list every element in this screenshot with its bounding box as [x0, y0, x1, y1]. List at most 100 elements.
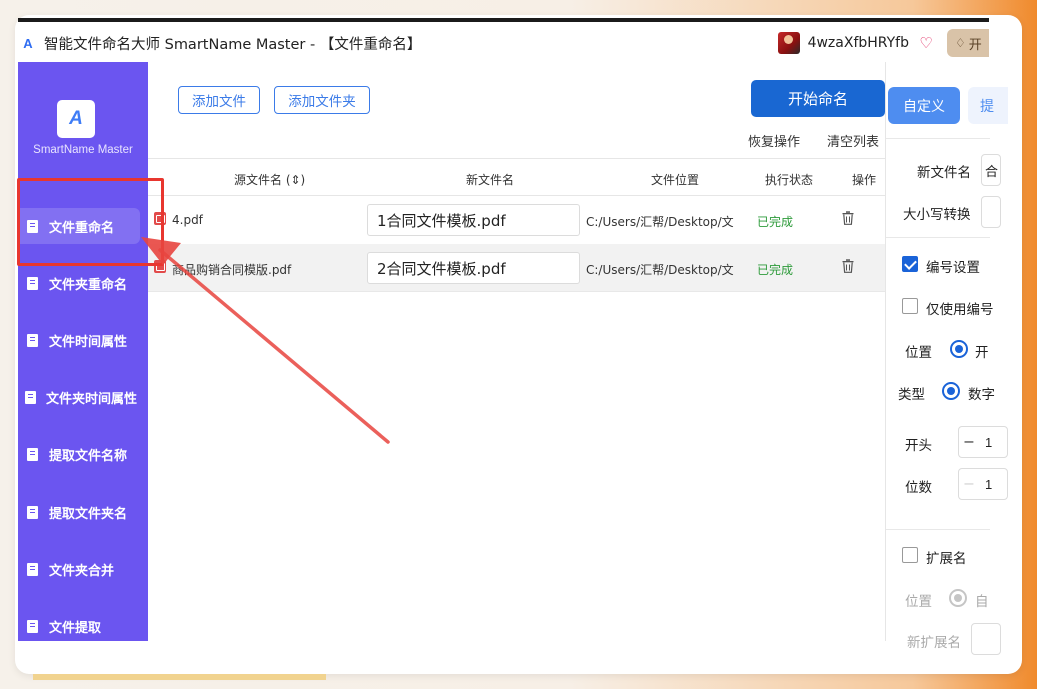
logo-text: SmartName Master	[33, 144, 133, 156]
clear-list-button[interactable]: 清空列表	[827, 131, 879, 150]
sidebar: A SmartName Master 文件重命名 文件夹重命名 文件时间属性 文…	[18, 62, 148, 641]
sidebar-item-file-extract[interactable]: 文件提取	[18, 608, 148, 644]
sidebar-item-label: 提取文件夹名	[49, 506, 128, 522]
app-logo-icon: A	[57, 100, 95, 138]
column-header-status: 执行状态	[765, 173, 814, 187]
tab-custom[interactable]: 自定义	[888, 87, 960, 124]
add-folder-button[interactable]: 添加文件夹	[274, 86, 370, 114]
sidebar-item-label: 文件重命名	[49, 220, 115, 236]
status-badge: 已完成	[757, 263, 794, 277]
start-rename-button[interactable]: 开始命名	[751, 80, 885, 117]
extension-label: 扩展名	[926, 551, 967, 567]
vip-diamond-icon: ♡	[919, 35, 933, 52]
sidebar-item-extract-foldername[interactable]: 提取文件夹名	[18, 494, 148, 530]
avatar[interactable]	[777, 32, 800, 54]
bottom-accent-strip	[33, 674, 326, 680]
sidebar-item-label: 文件夹时间属性	[46, 391, 138, 407]
delete-icon[interactable]	[842, 259, 854, 273]
sidebar-item-file-time[interactable]: 文件时间属性	[18, 322, 148, 358]
pdf-file-icon	[154, 260, 166, 273]
divider	[886, 138, 990, 139]
type-radio[interactable]	[942, 382, 960, 400]
sidebar-item-label: 文件时间属性	[49, 334, 128, 350]
pdf-file-icon	[154, 212, 166, 225]
divider	[886, 237, 990, 238]
sidebar-item-label: 文件夹合并	[49, 563, 115, 579]
type-value: 数字	[968, 387, 995, 403]
new-extension-input	[971, 623, 1001, 655]
start-label: 开头	[905, 438, 932, 454]
document-icon	[25, 390, 36, 404]
extension-checkbox[interactable]	[902, 547, 918, 563]
window-top-border	[18, 18, 989, 22]
digits-label: 位数	[905, 480, 932, 496]
document-icon	[27, 276, 38, 290]
document-icon	[27, 333, 38, 347]
sidebar-item-label: 文件夹重命名	[49, 277, 128, 293]
minus-icon: –	[964, 475, 974, 492]
source-filename: 商品购销合同模版.pdf	[172, 263, 292, 277]
ext-position-radio	[949, 589, 967, 607]
ext-position-label: 位置	[905, 594, 932, 610]
numbering-checkbox[interactable]	[902, 256, 918, 272]
new-extension-label: 新扩展名	[907, 635, 961, 651]
numbering-label: 编号设置	[926, 260, 980, 276]
table-row[interactable]: 商品购销合同模版.pdf 2合同文件模板.pdf C:/Users/汇帮/Des…	[148, 244, 885, 292]
position-value: 开	[975, 345, 989, 361]
divider	[886, 529, 990, 530]
open-vip-label: 开	[968, 36, 982, 52]
document-icon	[27, 562, 38, 576]
column-header-source[interactable]: 源文件名 (⇕)	[234, 171, 305, 188]
position-label: 位置	[905, 345, 932, 361]
sidebar-item-label: 提取文件名称	[49, 448, 128, 464]
digits-stepper[interactable]: – 1	[958, 468, 1008, 500]
file-location: C:/Users/汇帮/Desktop/文件	[586, 215, 734, 229]
delete-icon[interactable]	[842, 211, 854, 225]
only-number-checkbox[interactable]	[902, 298, 918, 314]
start-value: 1	[985, 434, 993, 450]
position-radio[interactable]	[950, 340, 968, 358]
settings-panel: 自定义 提 新文件名 合 大小写转换 编号设置 仅使用编号 位置 开 类型 数字…	[885, 62, 1008, 655]
sidebar-item-folder-rename[interactable]: 文件夹重命名	[18, 265, 148, 301]
type-label: 类型	[898, 387, 925, 403]
new-filename-field[interactable]: 2合同文件模板.pdf	[367, 252, 580, 284]
minus-icon[interactable]: –	[959, 433, 979, 451]
window-title: 智能文件命名大师 SmartName Master - 【文件重命名】	[44, 36, 422, 53]
document-icon	[27, 505, 38, 519]
add-file-button[interactable]: 添加文件	[178, 86, 260, 114]
case-convert-select[interactable]	[981, 196, 1001, 228]
table-row[interactable]: 4.pdf 1合同文件模板.pdf C:/Users/汇帮/Desktop/文件…	[148, 196, 885, 244]
case-convert-label: 大小写转换	[903, 207, 971, 223]
status-badge: 已完成	[757, 215, 794, 229]
column-header-action: 操作	[852, 173, 877, 187]
sidebar-item-label: 文件提取	[49, 620, 102, 636]
restore-button[interactable]: 恢复操作	[748, 131, 800, 150]
new-filename-label: 新文件名	[917, 165, 971, 181]
digits-value: 1	[985, 476, 993, 492]
document-icon	[27, 219, 38, 233]
tab-extract[interactable]: 提	[968, 87, 1008, 124]
file-location: C:/Users/汇帮/Desktop/文件	[586, 263, 734, 277]
user-area: 4wzaXfbHRYfb ♡ ♢ 开	[777, 24, 989, 62]
new-filename-field[interactable]: 1合同文件模板.pdf	[367, 204, 580, 236]
table-header: 源文件名 (⇕) 新文件名 文件位置 执行状态 操作	[148, 158, 885, 196]
document-icon	[27, 619, 38, 633]
username: 4wzaXfbHRYfb	[807, 35, 909, 51]
diamond-icon: ♢	[955, 36, 966, 50]
new-filename-input[interactable]: 合	[981, 154, 1001, 186]
document-icon	[27, 447, 38, 461]
sidebar-item-file-rename[interactable]: 文件重命名	[18, 208, 140, 244]
column-header-location: 文件位置	[651, 173, 700, 187]
sidebar-item-folder-time[interactable]: 文件夹时间属性	[18, 379, 148, 415]
main-content: 添加文件 添加文件夹 开始命名 恢复操作 清空列表 源文件名 (⇕) 新文件名 …	[148, 62, 885, 641]
open-vip-button[interactable]: ♢ 开	[947, 29, 989, 57]
column-header-new-name: 新文件名	[466, 173, 515, 187]
sidebar-item-folder-merge[interactable]: 文件夹合并	[18, 551, 148, 587]
sidebar-item-extract-filename[interactable]: 提取文件名称	[18, 436, 148, 472]
app-logo-icon: A	[23, 35, 33, 51]
ext-position-value: 自	[975, 594, 989, 610]
source-filename: 4.pdf	[172, 213, 203, 227]
title-bar: A 智能文件命名大师 SmartName Master - 【文件重命名】 4w…	[18, 24, 989, 62]
only-number-label: 仅使用编号	[926, 302, 994, 318]
start-stepper[interactable]: – 1	[958, 426, 1008, 458]
